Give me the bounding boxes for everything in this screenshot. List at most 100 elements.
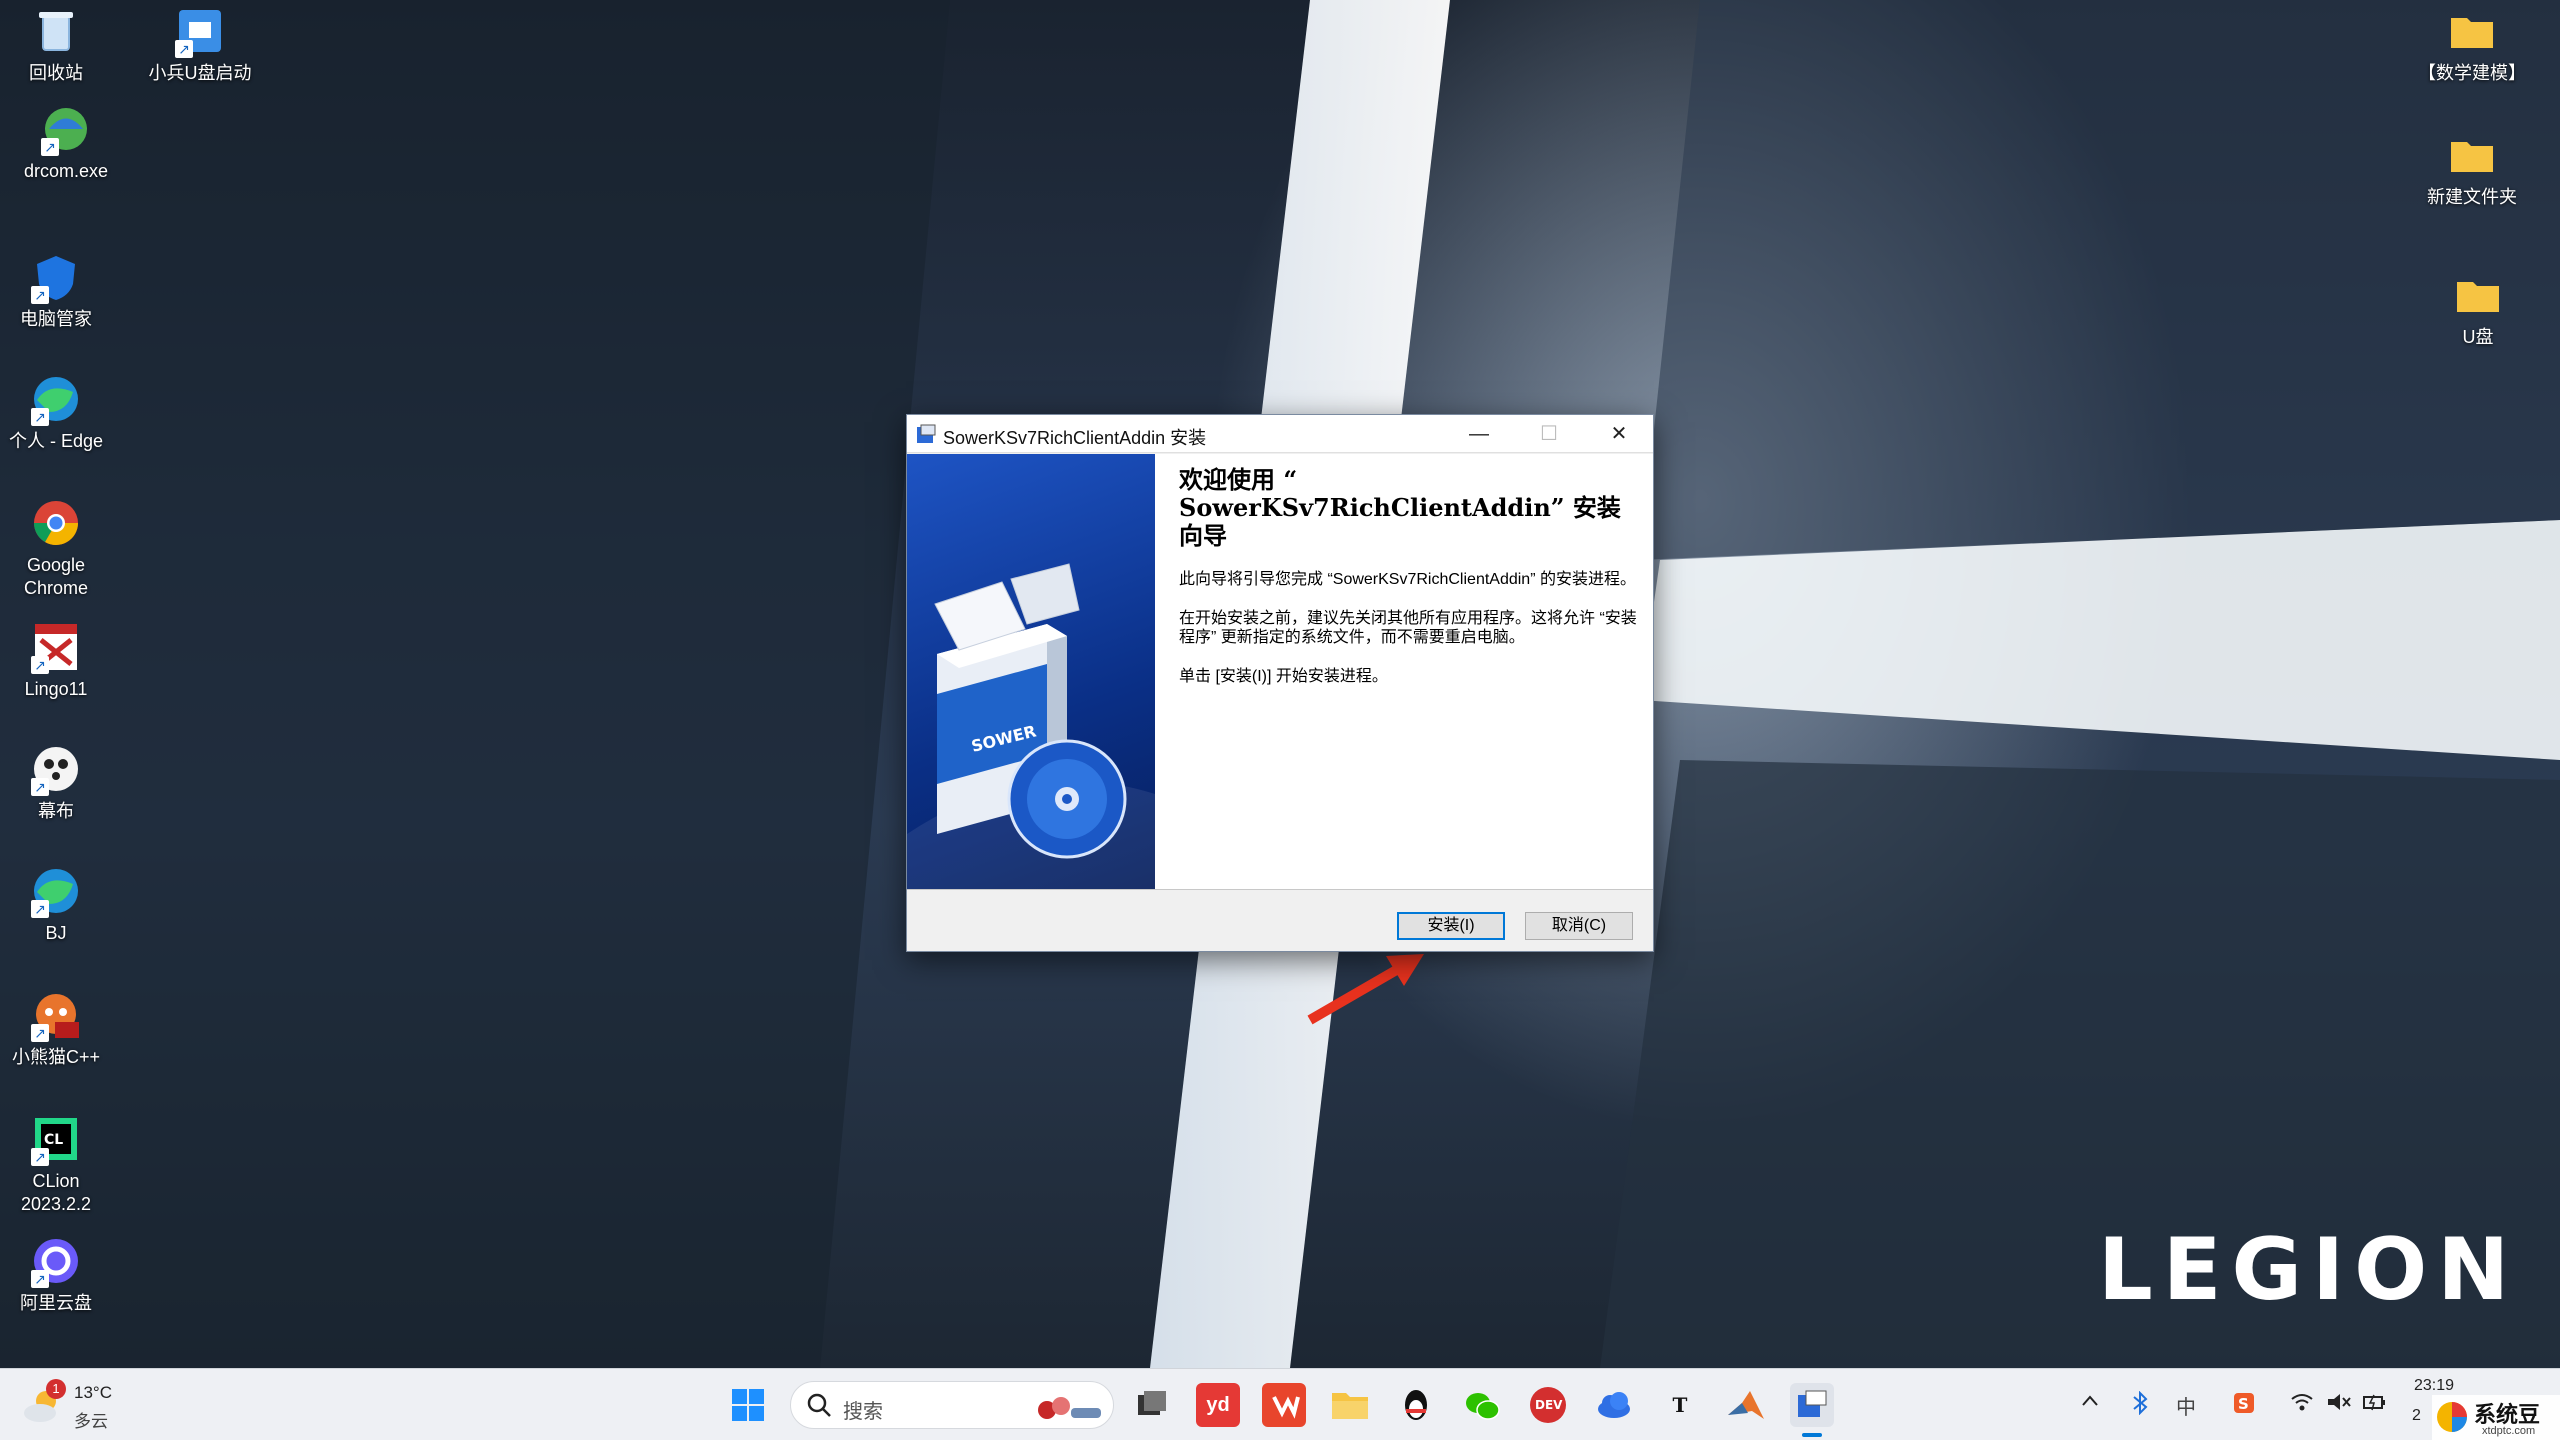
bluetooth-icon [2133, 1390, 2148, 1416]
bluetooth-button[interactable] [2130, 1390, 2150, 1421]
installer-taskbar-app[interactable] [1790, 1383, 1834, 1437]
dialog-body: SOWER 欢迎使用 “ SowerKSv7RichClientAddin” 安… [907, 454, 1653, 889]
folder-icon [2445, 128, 2499, 182]
desktop-icon-math-modeling-folder[interactable]: 【数学建模】 [2412, 4, 2532, 85]
start-button[interactable] [726, 1383, 770, 1427]
legion-logo: LEGION [2098, 1220, 2520, 1320]
shortcut-arrow-icon: ↗ [31, 1148, 49, 1166]
desktop-icon-pc-manager[interactable]: ↗ 电脑管家 [0, 250, 116, 331]
shortcut-arrow-icon: ↗ [175, 40, 193, 58]
desktop-icon-drcom[interactable]: ↗ drcom.exe [6, 102, 126, 183]
folder-icon [2451, 268, 2505, 322]
click-install-instruction: 单击 [安装(I)] 开始安装进程。 [1179, 668, 1388, 685]
clion-icon: CL ↗ [29, 1112, 83, 1166]
welcome-heading: 欢迎使用 “ SowerKSv7RichClientAddin” 安装向导 [1179, 465, 1621, 550]
close-apps-advice: 在开始安装之前，建议先关闭其他所有应用程序。这将允许 “安装程序” 更新指定的系… [1179, 610, 1637, 646]
wps-app[interactable] [1262, 1383, 1306, 1427]
weather-temp: 13°C [74, 1383, 112, 1402]
cloud-app[interactable] [1592, 1383, 1636, 1427]
wechat-app[interactable] [1460, 1383, 1504, 1427]
task-view-button[interactable] [1128, 1383, 1172, 1427]
weather-desc: 多云 [74, 1412, 108, 1431]
pc-manager-icon: ↗ [29, 250, 83, 304]
desktop-icon-bj-edge[interactable]: ↗ BJ [0, 864, 116, 945]
typora-app[interactable]: T [1658, 1383, 1702, 1427]
desktop-icon-label: 电脑管家 [20, 309, 92, 329]
folder-icon [2445, 4, 2499, 58]
matlab-app[interactable] [1724, 1383, 1768, 1427]
wps-icon [1272, 1396, 1300, 1419]
edge-icon: ↗ [29, 372, 83, 426]
desktop-icon-label: 阿里云盘 [20, 1293, 92, 1313]
clock-time: 23:19 [2414, 1377, 2455, 1394]
shortcut-arrow-icon: ↗ [31, 900, 49, 918]
wifi-icon [2291, 1394, 2313, 1411]
recycle-bin-icon [29, 4, 83, 58]
red-panda-cpp-icon: ↗ [29, 988, 83, 1042]
wifi-button[interactable] [2290, 1391, 2314, 1419]
sogou-ime-button[interactable]: S [2232, 1391, 2256, 1421]
volume-button[interactable] [2326, 1391, 2352, 1419]
edge-icon: ↗ [29, 864, 83, 918]
usb-boot-icon: ↗ [173, 4, 227, 58]
close-button[interactable]: ✕ [1584, 415, 1654, 453]
search-icon [807, 1393, 831, 1417]
show-hidden-icons-button[interactable] [2080, 1391, 2100, 1417]
chrome-icon [29, 496, 83, 550]
battery-charging-icon [2363, 1394, 2385, 1411]
desktop-icon-red-panda[interactable]: ↗ 小熊猫C++ [0, 988, 116, 1069]
search-highlight-icon [1038, 1397, 1101, 1419]
shortcut-arrow-icon: ↗ [31, 656, 49, 674]
desktop-icon-label: 幕布 [38, 801, 74, 821]
drcom-icon: ↗ [39, 102, 93, 156]
svg-text:S: S [2238, 1395, 2249, 1413]
desktop-icon-label: Google Chrome [23, 555, 89, 598]
installer-dialog: SowerKSv7RichClientAddin 安装 — ☐ ✕ SOWER [906, 414, 1654, 952]
install-button[interactable]: 安装(I) [1397, 912, 1505, 940]
shortcut-arrow-icon: ↗ [41, 138, 59, 156]
qq-app[interactable] [1394, 1383, 1438, 1427]
ime-indicator[interactable]: 中 [2176, 1391, 2196, 1420]
desktop-icon-aliyun[interactable]: ↗ 阿里云盘 [0, 1234, 116, 1315]
desktop-icon-recycle-bin[interactable]: 回收站 [0, 4, 116, 85]
shortcut-arrow-icon: ↗ [31, 1270, 49, 1288]
windows-logo-icon [732, 1389, 764, 1421]
desktop-icon-mubu[interactable]: ↗ 幕布 [0, 742, 116, 823]
qq-penguin-icon [1405, 1390, 1427, 1420]
desktop-icon-lingo[interactable]: ↗ Lingo11 [0, 620, 116, 701]
taskbar-search[interactable]: 搜索 [790, 1381, 1114, 1429]
clock-date: 2 [2412, 1407, 2421, 1424]
shortcut-arrow-icon: ↗ [31, 778, 49, 796]
desktop-icon-usb-boot[interactable]: ↗ 小兵U盘启动 [140, 4, 260, 85]
maximize-button[interactable]: ☐ [1514, 415, 1584, 453]
intro-text: 此向导将引导您完成 “SowerKSv7RichClientAddin” 的安装… [1179, 571, 1636, 588]
desktop-icon-edge[interactable]: ↗ 个人 - Edge [0, 372, 116, 453]
matlab-icon [1728, 1391, 1764, 1419]
devcpp-app[interactable]: DEV [1526, 1383, 1570, 1427]
cancel-button[interactable]: 取消(C) [1525, 912, 1633, 940]
search-placeholder: 搜索 [843, 1401, 883, 1423]
desktop-icon-label: U盘 [2462, 327, 2494, 347]
sogou-icon: S [2234, 1393, 2254, 1413]
chevron-up-icon [2082, 1395, 2098, 1406]
desktop-icon-new-folder[interactable]: 新建文件夹 [2412, 128, 2532, 209]
dialog-titlebar[interactable]: SowerKSv7RichClientAddin 安装 — ☐ ✕ [907, 415, 1653, 453]
desktop-icon-usb-folder[interactable]: U盘 [2418, 268, 2538, 349]
desktop-icon-chrome[interactable]: Google Chrome [0, 496, 116, 600]
desktop-icon-label: 小熊猫C++ [11, 1047, 101, 1067]
youdao-dict-app[interactable]: yd [1196, 1383, 1240, 1427]
installer-banner: SOWER [907, 454, 1155, 889]
weather-widget[interactable]: 1 13°C 多云 [20, 1379, 130, 1431]
file-explorer-app[interactable] [1328, 1383, 1372, 1427]
watermark: 系统豆 xtdptc.com [2432, 1395, 2560, 1440]
aliyun-drive-icon: ↗ [29, 1234, 83, 1288]
battery-button[interactable] [2362, 1391, 2388, 1419]
minimize-button[interactable]: — [1444, 415, 1514, 453]
task-view-icon [1138, 1391, 1166, 1415]
desktop-icon-label: 小兵U盘启动 [148, 63, 252, 83]
watermark-url: xtdptc.com [2482, 1425, 2536, 1437]
shortcut-arrow-icon: ↗ [31, 1024, 49, 1042]
svg-text:CL: CL [44, 1132, 63, 1148]
devcpp-icon: DEV [1530, 1387, 1566, 1423]
desktop-icon-clion[interactable]: CL ↗ CLion 2023.2.2 [0, 1112, 116, 1216]
